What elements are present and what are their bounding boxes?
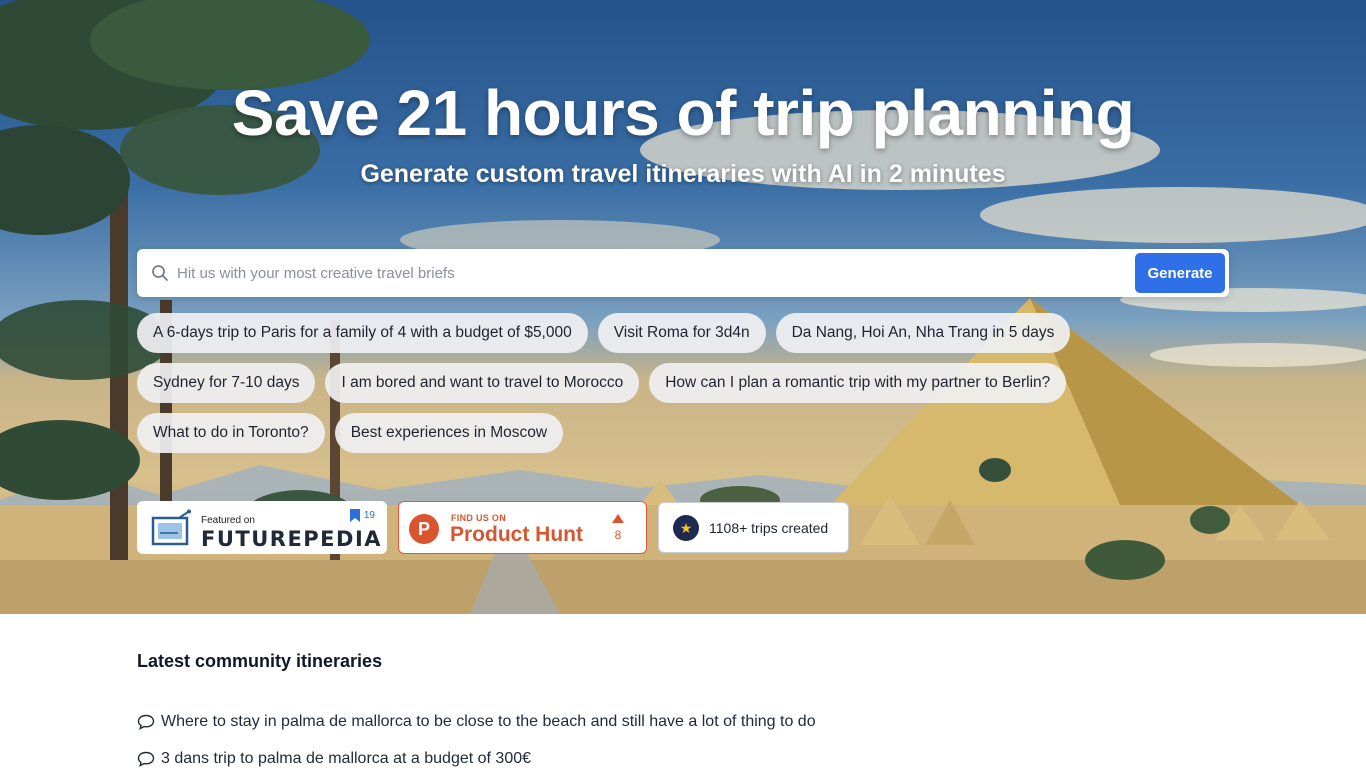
badges-row: Featured on FUTUREPEDIA 19 P FIND US ON … [137, 501, 849, 554]
futurepedia-count: 19 [363, 510, 375, 521]
upvote-triangle-icon [612, 514, 624, 523]
community-section-title: Latest community itineraries [137, 651, 383, 671]
futurepedia-badge[interactable]: Featured on FUTUREPEDIA 19 [137, 501, 387, 554]
trips-created-text: 1108+ trips created [709, 519, 829, 536]
trips-created-badge: ★ 1108+ trips created [658, 502, 849, 553]
suggestion-chip-morocco[interactable]: I am bored and want to travel to Morocco [325, 363, 640, 403]
suggestion-chip-toronto[interactable]: What to do in Toronto? [137, 413, 325, 453]
producthunt-vote-count: 8 [614, 528, 622, 542]
suggestion-row: Sydney for 7-10 days I am bored and want… [137, 363, 1137, 403]
bookmark-icon [349, 509, 360, 522]
hero-section: Save 21 hours of trip planning Generate … [0, 0, 1366, 614]
search-input[interactable] [177, 249, 1127, 297]
suggestion-chip-berlin[interactable]: How can I plan a romantic trip with my p… [649, 363, 1067, 403]
chat-bubble-icon [137, 751, 155, 767]
suggestion-chip-moscow[interactable]: Best experiences in Moscow [334, 413, 564, 453]
producthunt-wordmark: Product Hunt [450, 523, 583, 546]
itinerary-title: 3 dans trip to palma de mallorca at a bu… [161, 750, 532, 767]
generate-button[interactable]: Generate [1135, 253, 1225, 293]
futurepedia-bookmark: 19 [349, 509, 375, 522]
producthunt-badge[interactable]: P FIND US ON Product Hunt 8 [398, 501, 647, 554]
hero-subtitle: Generate custom travel itineraries with … [360, 160, 1006, 188]
itinerary-title: Where to stay in palma de mallorca to be… [161, 713, 816, 730]
star-icon: ★ [673, 514, 699, 541]
chat-bubble-icon [137, 714, 155, 730]
producthunt-logo-icon: P [409, 514, 439, 544]
suggestion-chip-paris[interactable]: A 6-days trip to Paris for a family of 4… [137, 313, 588, 353]
futurepedia-featured-label: Featured on [201, 515, 255, 526]
suggestion-chip-roma[interactable]: Visit Roma for 3d4n [597, 313, 766, 353]
search-bar: Generate [137, 249, 1229, 297]
community-itinerary-item[interactable]: 3 dans trip to palma de mallorca at a bu… [137, 750, 531, 768]
futurepedia-wordmark: FUTUREPEDIA [201, 527, 383, 551]
producthunt-find-label: FIND US ON [451, 513, 507, 523]
futurepedia-logo-icon [151, 509, 191, 546]
producthunt-upvote: 8 [612, 512, 624, 542]
suggestion-chip-danang[interactable]: Da Nang, Hoi An, Nha Trang in 5 days [775, 313, 1071, 353]
suggestion-chip-sydney[interactable]: Sydney for 7-10 days [137, 363, 316, 403]
suggestion-row: A 6-days trip to Paris for a family of 4… [137, 313, 1137, 353]
suggestion-chips: A 6-days trip to Paris for a family of 4… [137, 313, 1137, 463]
community-itinerary-item[interactable]: Where to stay in palma de mallorca to be… [137, 713, 816, 731]
suggestion-row: What to do in Toronto? Best experiences … [137, 413, 1137, 453]
search-icon [152, 265, 168, 281]
hero-title: Save 21 hours of trip planning [231, 77, 1135, 149]
